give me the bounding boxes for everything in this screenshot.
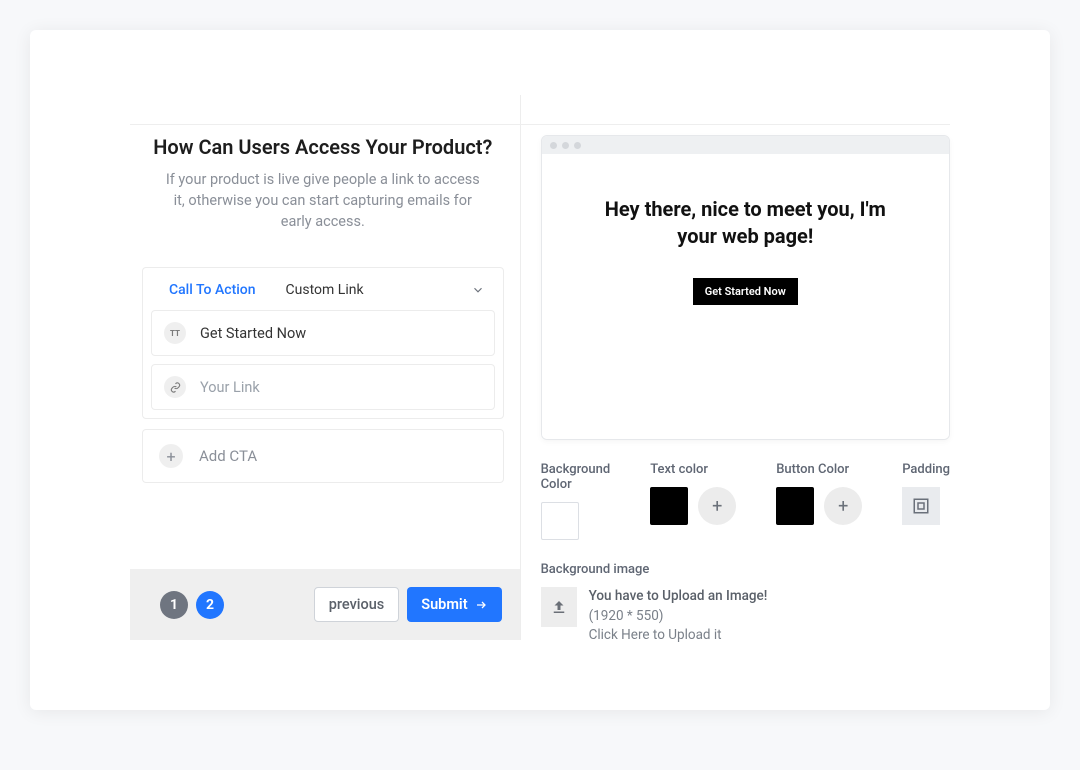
cta-type-select[interactable]: Custom Link bbox=[286, 282, 485, 298]
upload-hint: Click Here to Upload it bbox=[589, 626, 768, 646]
divider bbox=[130, 124, 950, 125]
preview-cta-button: Get Started Now bbox=[693, 278, 798, 305]
wizard-footer: 1 2 previous Submit bbox=[130, 569, 520, 640]
text-color-label: Text color bbox=[650, 462, 736, 477]
upload-text: You have to Upload an Image! (1920 * 550… bbox=[589, 587, 768, 646]
cta-text-field[interactable]: TT bbox=[151, 310, 495, 356]
columns: How Can Users Access Your Product? If yo… bbox=[130, 95, 950, 640]
padding-control: Padding bbox=[902, 462, 950, 540]
arrow-right-icon bbox=[474, 599, 488, 611]
text-color-control: Text color + bbox=[650, 462, 736, 540]
builder-card: How Can Users Access Your Product? If yo… bbox=[30, 30, 1050, 710]
cta-panel-header: Call To Action Custom Link bbox=[143, 268, 503, 310]
step-1-indicator[interactable]: 1 bbox=[160, 591, 188, 619]
window-dot bbox=[574, 142, 581, 149]
page-subtitle: If your product is live give people a li… bbox=[160, 169, 486, 232]
page-title: How Can Users Access Your Product? bbox=[142, 135, 504, 159]
padding-icon bbox=[912, 497, 930, 515]
preview-body: Hey there, nice to meet you, I'm your we… bbox=[542, 154, 949, 439]
bg-color-label: Background Color bbox=[541, 462, 611, 492]
cta-link-input[interactable] bbox=[200, 379, 482, 396]
background-image-section: Background image You have to Upload an I… bbox=[541, 562, 950, 646]
submit-button[interactable]: Submit bbox=[407, 587, 501, 622]
style-controls: Background Color Text color + Button Col… bbox=[541, 462, 950, 540]
bg-image-label: Background image bbox=[541, 562, 950, 577]
add-cta-label: Add CTA bbox=[199, 447, 257, 465]
text-icon: TT bbox=[164, 322, 186, 344]
previous-button[interactable]: previous bbox=[314, 587, 399, 622]
button-color-control: Button Color + bbox=[776, 462, 862, 540]
right-column: Hey there, nice to meet you, I'm your we… bbox=[521, 95, 950, 640]
upload-image-button[interactable]: You have to Upload an Image! (1920 * 550… bbox=[541, 587, 950, 646]
window-dot bbox=[562, 142, 569, 149]
button-color-swatch[interactable] bbox=[776, 487, 814, 525]
button-color-label: Button Color bbox=[776, 462, 862, 477]
bg-color-swatch[interactable] bbox=[541, 502, 579, 540]
step-2-indicator[interactable]: 2 bbox=[196, 591, 224, 619]
preview-window: Hey there, nice to meet you, I'm your we… bbox=[541, 135, 950, 440]
padding-button[interactable] bbox=[902, 487, 940, 525]
preview-titlebar bbox=[542, 136, 949, 154]
upload-icon bbox=[541, 587, 577, 627]
cta-text-input[interactable] bbox=[200, 325, 482, 342]
window-dot bbox=[550, 142, 557, 149]
add-cta-button[interactable]: + Add CTA bbox=[142, 429, 504, 483]
add-button-color-button[interactable]: + bbox=[824, 487, 862, 525]
left-column: How Can Users Access Your Product? If yo… bbox=[130, 95, 520, 640]
upload-warning: You have to Upload an Image! bbox=[589, 587, 768, 607]
cta-label: Call To Action bbox=[169, 282, 256, 298]
text-color-swatch[interactable] bbox=[650, 487, 688, 525]
submit-label: Submit bbox=[421, 596, 467, 613]
chevron-down-icon bbox=[471, 283, 485, 297]
background-color-control: Background Color bbox=[541, 462, 611, 540]
left-header: How Can Users Access Your Product? If yo… bbox=[142, 95, 504, 232]
padding-label: Padding bbox=[902, 462, 950, 477]
add-text-color-button[interactable]: + bbox=[698, 487, 736, 525]
preview-heading: Hey there, nice to meet you, I'm your we… bbox=[585, 196, 905, 250]
cta-link-field[interactable] bbox=[151, 364, 495, 410]
upload-dimensions: (1920 * 550) bbox=[589, 607, 768, 627]
link-icon bbox=[164, 376, 186, 398]
cta-type-value: Custom Link bbox=[286, 282, 364, 298]
plus-icon: + bbox=[159, 444, 183, 468]
cta-panel: Call To Action Custom Link TT bbox=[142, 267, 504, 419]
